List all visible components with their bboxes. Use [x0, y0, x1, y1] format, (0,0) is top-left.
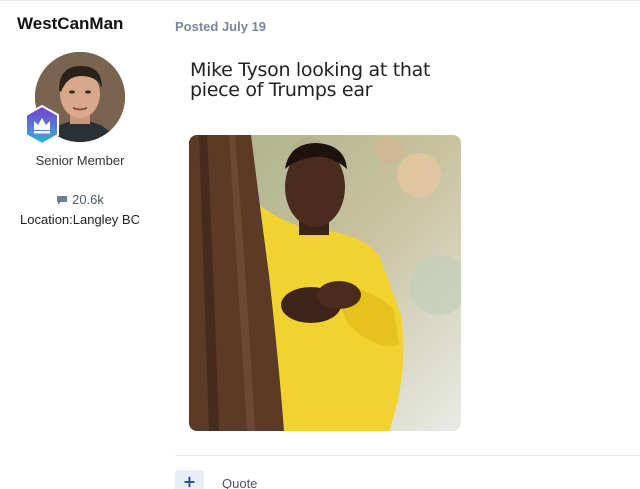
post-container: WestCanMan Senior Member 20.6k Location:… [0, 0, 640, 489]
author-username[interactable]: WestCanMan [17, 14, 123, 34]
crown-badge-icon [23, 104, 61, 146]
post-divider [175, 455, 640, 456]
meme-caption: Mike Tyson looking at that piece of Trum… [190, 59, 431, 101]
author-rank: Senior Member [35, 153, 125, 168]
quote-button[interactable]: Quote [222, 476, 257, 489]
meme-photo [189, 135, 461, 431]
multiquote-add-button[interactable]: + [175, 470, 204, 489]
post-count-value: 20.6k [72, 192, 104, 207]
comment-icon [57, 196, 68, 205]
post-count[interactable]: 20.6k [0, 192, 160, 207]
author-location: Location:Langley BC [20, 212, 140, 227]
meme-image[interactable]: Mike Tyson looking at that piece of Trum… [176, 53, 470, 442]
post-date[interactable]: Posted July 19 [175, 19, 266, 34]
author-panel: WestCanMan Senior Member 20.6k Location:… [0, 1, 160, 489]
